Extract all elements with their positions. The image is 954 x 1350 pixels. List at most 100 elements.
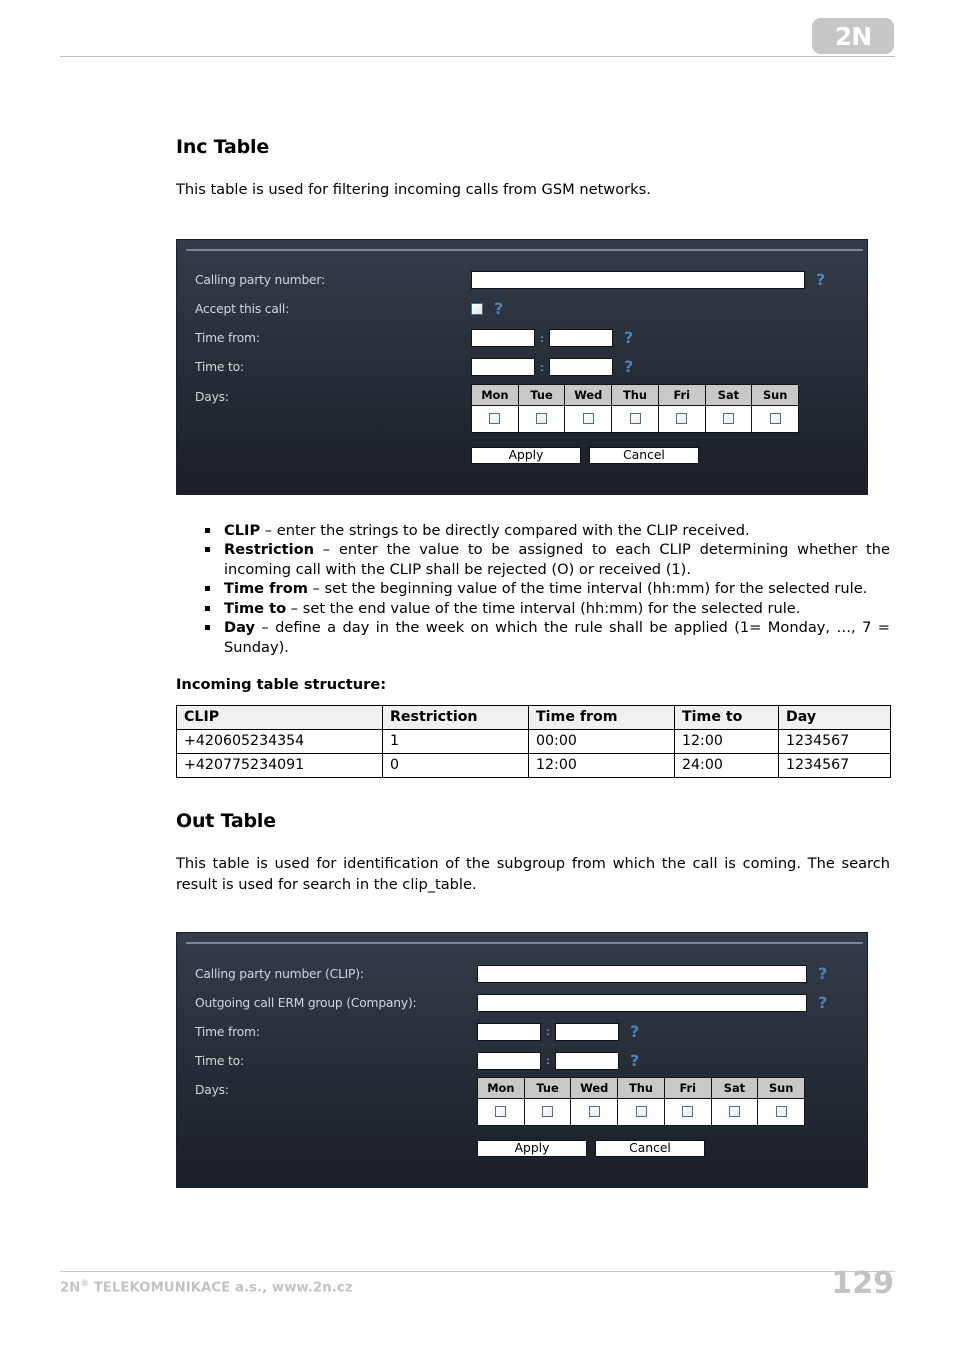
field-group: ? bbox=[477, 993, 827, 1012]
footer-company: 2N® TELEKOMUNIKACE a.s., www.2n.cz bbox=[60, 1279, 353, 1295]
day-cell-thu[interactable] bbox=[618, 1098, 665, 1126]
time-from-hours-input[interactable] bbox=[477, 1022, 541, 1041]
time-to-hours-input[interactable] bbox=[477, 1051, 541, 1070]
out-table-intro: This table is used for identification of… bbox=[176, 855, 890, 893]
day-header-fri: Fri bbox=[664, 1078, 712, 1099]
incoming-table-structure-caption: Incoming table structure: bbox=[176, 676, 387, 693]
field-group: : ? bbox=[477, 1022, 639, 1041]
page-title-inc-table: Inc Table bbox=[176, 136, 270, 158]
day-cell-fri[interactable] bbox=[664, 1098, 712, 1126]
cell-day: 1234567 bbox=[778, 753, 891, 778]
cancel-button[interactable]: Cancel bbox=[589, 446, 699, 464]
calling-party-number-clip-input[interactable] bbox=[477, 964, 807, 983]
time-to-minutes-input[interactable] bbox=[549, 358, 613, 377]
day-checkbox-tue[interactable] bbox=[542, 1106, 554, 1118]
label-time-to: Time to: bbox=[195, 360, 244, 375]
time-from-minutes-input[interactable] bbox=[549, 329, 613, 348]
bullet-term: CLIP bbox=[224, 521, 261, 539]
field-row-time-from: Time from: : ? bbox=[177, 1017, 867, 1046]
day-checkbox-mon[interactable] bbox=[495, 1106, 507, 1118]
column-header-day: Day bbox=[778, 705, 891, 730]
inc-table-dialog-screenshot: Calling party number: ? Accept this call… bbox=[176, 238, 868, 495]
cancel-button[interactable]: Cancel bbox=[595, 1140, 705, 1158]
day-checkbox-mon[interactable] bbox=[489, 412, 501, 424]
day-cell-wed[interactable] bbox=[565, 404, 613, 432]
day-cell-mon[interactable] bbox=[472, 404, 519, 432]
dialog-titlebar bbox=[177, 933, 867, 945]
inc-table-intro: This table is used for filtering incomin… bbox=[176, 181, 651, 198]
day-cell-fri[interactable] bbox=[658, 404, 706, 432]
day-checkbox-sun[interactable] bbox=[769, 412, 781, 424]
label-accept-this-call: Accept this call: bbox=[195, 302, 290, 317]
day-header-mon: Mon bbox=[478, 1078, 525, 1099]
apply-button[interactable]: Apply bbox=[471, 446, 581, 464]
field-group: ? bbox=[471, 301, 503, 317]
help-icon[interactable]: ? bbox=[624, 330, 633, 346]
day-checkbox-sat[interactable] bbox=[728, 1106, 740, 1118]
time-to-hours-input[interactable] bbox=[471, 358, 535, 377]
label-days: Days: bbox=[195, 389, 229, 404]
bullet-text: – enter the value to be assigned to each… bbox=[224, 541, 890, 578]
help-icon[interactable]: ? bbox=[494, 301, 503, 317]
day-cell-tue[interactable] bbox=[524, 1098, 572, 1126]
help-icon[interactable]: ? bbox=[818, 965, 827, 982]
footer-company-rest: TELEKOMUNIKACE a.s., www.2n.cz bbox=[89, 1280, 353, 1296]
bullet-text: – set the beginning value of the time in… bbox=[307, 580, 868, 598]
day-checkbox-sun[interactable] bbox=[775, 1106, 787, 1118]
day-cell-sun[interactable] bbox=[758, 1098, 805, 1126]
bullet-term: Day bbox=[224, 619, 256, 637]
bullet-text: – enter the strings to be directly compa… bbox=[260, 521, 750, 539]
day-cell-thu[interactable] bbox=[612, 404, 659, 432]
help-icon[interactable]: ? bbox=[630, 1052, 639, 1069]
calling-party-number-input[interactable] bbox=[471, 271, 805, 290]
field-row-days: Days: Mon Tue Wed Thu Fri Sat Sun bbox=[177, 1077, 867, 1127]
field-row-time-to: Time to: : ? bbox=[177, 353, 867, 382]
apply-button[interactable]: Apply bbox=[477, 1140, 587, 1158]
outgoing-call-erm-group-input[interactable] bbox=[477, 993, 807, 1012]
help-icon[interactable]: ? bbox=[624, 359, 633, 375]
day-header-thu: Thu bbox=[612, 384, 659, 405]
page-content: Inc Table This table is used for filteri… bbox=[176, 0, 891, 1189]
day-header-tue: Tue bbox=[524, 1078, 572, 1099]
day-cell-tue[interactable] bbox=[518, 404, 566, 432]
label-calling-party-number: Calling party number: bbox=[195, 273, 326, 288]
dialog-body: Calling party number (CLIP): ? Outgoing … bbox=[177, 943, 867, 1187]
time-separator: : bbox=[546, 1025, 550, 1039]
day-checkbox-wed[interactable] bbox=[582, 412, 594, 424]
help-icon[interactable]: ? bbox=[630, 1023, 639, 1040]
day-cell-sat[interactable] bbox=[705, 404, 753, 432]
day-header-wed: Wed bbox=[571, 1078, 619, 1099]
label-time-to: Time to: bbox=[195, 1053, 244, 1068]
help-icon[interactable]: ? bbox=[816, 272, 825, 288]
days-checkbox-row bbox=[472, 404, 799, 432]
time-from-hours-input[interactable] bbox=[471, 329, 535, 348]
accept-this-call-checkbox[interactable] bbox=[471, 303, 483, 316]
field-row-days: Days: Mon Tue Wed Thu Fri Sat Sun bbox=[177, 383, 867, 433]
day-checkbox-fri[interactable] bbox=[682, 1106, 694, 1118]
day-checkbox-wed[interactable] bbox=[588, 1106, 600, 1118]
day-cell-sat[interactable] bbox=[711, 1098, 759, 1126]
time-separator: : bbox=[540, 331, 544, 345]
time-from-minutes-input[interactable] bbox=[555, 1022, 619, 1041]
day-checkbox-tue[interactable] bbox=[536, 412, 548, 424]
list-item: Time to – set the end value of the time … bbox=[205, 599, 890, 618]
day-checkbox-fri[interactable] bbox=[676, 412, 688, 424]
dialog-button-row: Apply Cancel bbox=[177, 446, 867, 464]
dialog-body: Calling party number: ? Accept this call… bbox=[177, 250, 867, 494]
label-calling-party-number-clip: Calling party number (CLIP): bbox=[195, 966, 364, 981]
day-cell-mon[interactable] bbox=[478, 1098, 525, 1126]
time-to-minutes-input[interactable] bbox=[555, 1051, 619, 1070]
cell-clip: +420605234354 bbox=[176, 729, 383, 754]
page-title-out-table: Out Table bbox=[176, 810, 276, 832]
day-cell-wed[interactable] bbox=[571, 1098, 619, 1126]
day-checkbox-thu[interactable] bbox=[629, 412, 641, 424]
list-item: CLIP – enter the strings to be directly … bbox=[205, 521, 890, 540]
day-header-sat: Sat bbox=[711, 1078, 759, 1099]
cell-time-from: 12:00 bbox=[528, 753, 675, 778]
field-row-calling-party-number: Calling party number: ? bbox=[177, 266, 867, 295]
day-cell-sun[interactable] bbox=[752, 404, 799, 432]
day-header-tue: Tue bbox=[518, 384, 566, 405]
day-checkbox-thu[interactable] bbox=[635, 1106, 647, 1118]
day-checkbox-sat[interactable] bbox=[722, 412, 734, 424]
help-icon[interactable]: ? bbox=[818, 994, 827, 1011]
